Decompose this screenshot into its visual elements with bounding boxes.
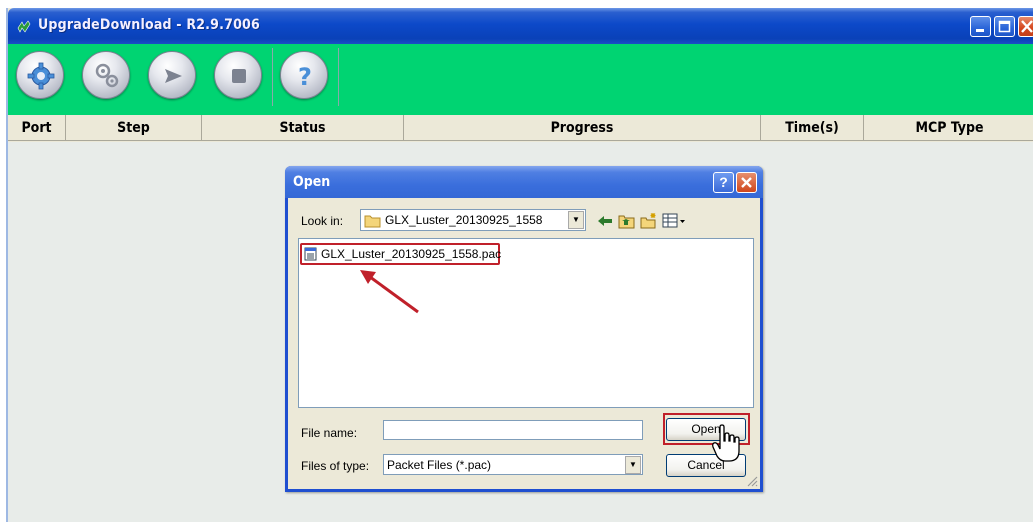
file-name-text: GLX_Luster_20130925_1558.pac [321,247,502,261]
dialog-title-bar[interactable]: Open ? [285,166,763,198]
window-title: UpgradeDownload - R2.9.7006 [38,17,260,33]
column-port[interactable]: Port [8,115,66,141]
resize-grip-icon[interactable] [744,473,758,487]
hand-cursor-icon [712,424,740,462]
toolbar: ? [8,44,1033,122]
title-bar[interactable]: UpgradeDownload - R2.9.7006 [8,8,1033,44]
files-of-type-value: Packet Files (*.pac) [387,458,492,472]
back-icon[interactable] [596,212,614,230]
svg-text:?: ? [298,63,312,91]
annotation-arrow-icon [360,270,419,314]
minimize-button[interactable] [970,16,991,37]
question-icon: ? [298,63,312,91]
app-icon [17,20,31,33]
maximize-icon [998,20,1011,33]
gear-icon [27,62,55,90]
close-icon [741,177,752,188]
files-of-type-select[interactable]: Packet Files (*.pac) ▼ [383,454,643,475]
column-mcp-type[interactable]: MCP Type [864,115,1033,141]
stop-button[interactable] [214,51,262,99]
column-status[interactable]: Status [202,115,404,141]
look-in-label: Look in: [301,214,344,228]
list-header: Port Step Status Progress Time(s) MCP Ty… [8,115,1033,141]
chevron-down-icon[interactable]: ▼ [568,211,584,229]
look-in-value: GLX_Luster_20130925_1558 [385,213,543,227]
dialog-title: Open [293,174,331,190]
chevron-down-icon[interactable]: ▼ [625,456,641,474]
gears-icon [95,63,119,88]
stop-icon [232,69,246,83]
minimize-icon [976,29,984,32]
dialog-help-button[interactable]: ? [713,172,734,193]
column-step[interactable]: Step [66,115,202,141]
start-button[interactable] [148,51,196,99]
settings-button[interactable] [16,51,64,99]
file-name-input[interactable] [383,420,643,440]
toolbar-separator [338,48,339,106]
file-name-label: File name: [301,426,358,440]
play-icon [165,69,182,83]
load-packet-button[interactable] [82,51,130,99]
column-time[interactable]: Time(s) [761,115,864,141]
view-menu-icon[interactable] [662,212,688,230]
files-of-type-label: Files of type: [301,459,370,473]
up-folder-icon[interactable] [618,212,636,230]
toolbar-separator [272,48,273,106]
close-button[interactable] [1018,16,1033,37]
look-in-combo[interactable]: GLX_Luster_20130925_1558 ▼ [360,209,586,231]
folder-icon [364,215,381,228]
new-folder-icon[interactable] [640,212,658,230]
dialog-close-button[interactable] [736,172,757,193]
file-icon [304,247,317,261]
close-icon [1021,20,1033,33]
open-dialog: Open ? Look in: GLX_Luster_20130925_1558… [285,166,763,492]
file-item[interactable]: GLX_Luster_20130925_1558.pac [301,245,501,263]
column-progress[interactable]: Progress [404,115,761,141]
help-button[interactable]: ? [280,51,328,99]
maximize-button[interactable] [994,16,1015,37]
